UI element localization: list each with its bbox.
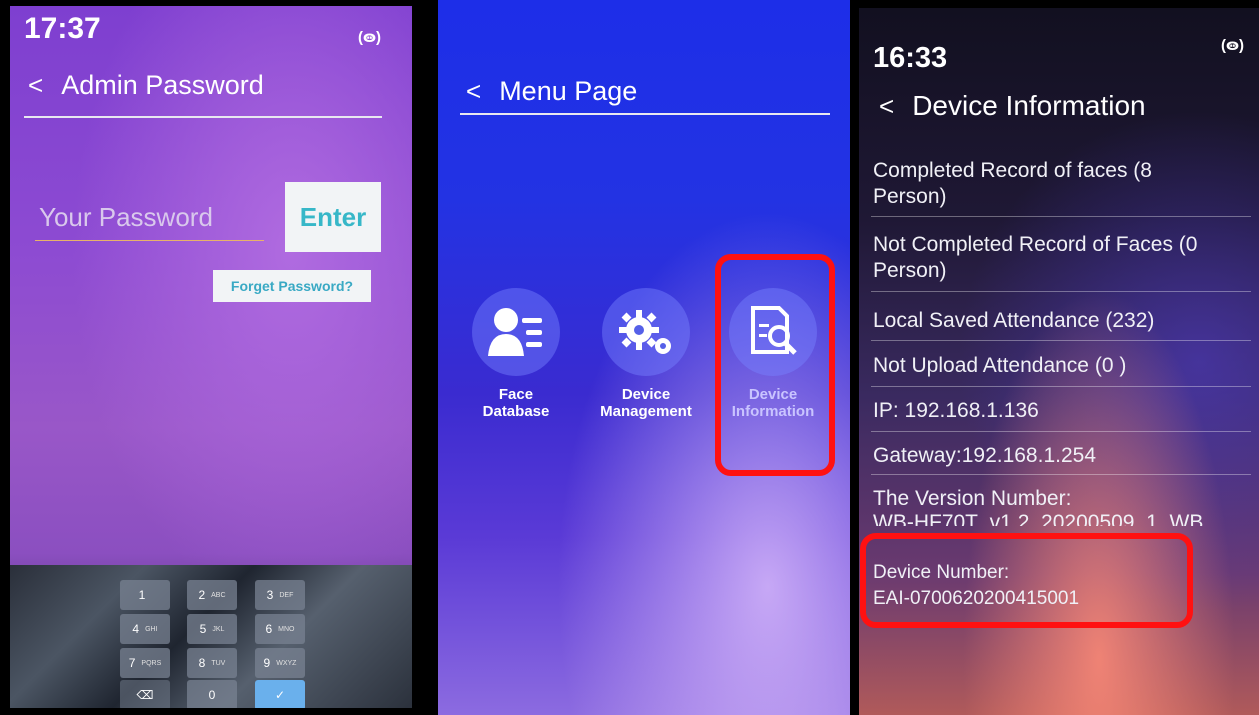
- confirm-key[interactable]: ✓: [255, 680, 305, 708]
- key-4[interactable]: 4 GHI: [120, 614, 170, 644]
- status-time: 17:37: [24, 12, 101, 45]
- menu-label: Device Management: [600, 386, 692, 420]
- highlight-device-number: [860, 533, 1193, 628]
- key-3[interactable]: 3 DEF: [255, 580, 305, 610]
- key-0[interactable]: 0: [187, 680, 237, 708]
- gateway: Gateway:192.168.1.254: [873, 444, 1097, 467]
- highlight-device-information: [715, 254, 835, 476]
- completed-faces-line1: Completed Record of faces (8: [873, 159, 1152, 182]
- key-8[interactable]: 8 TUV: [187, 648, 237, 678]
- forget-password-button[interactable]: Forget Password?: [213, 270, 371, 302]
- key-9[interactable]: 9 WXYZ: [255, 648, 305, 678]
- backspace-key[interactable]: ⌫: [120, 680, 170, 708]
- back-button[interactable]: <: [466, 76, 481, 107]
- signal-icon: (ꙫ): [358, 29, 382, 46]
- key-2[interactable]: 2 ABC: [187, 580, 237, 610]
- device-management-button[interactable]: Device Management: [591, 288, 701, 420]
- admin-password-screen: 17:37 (ꙫ) < Admin Password Enter Forget …: [10, 6, 412, 708]
- header-divider: [460, 113, 830, 115]
- key-7[interactable]: 7 PQRS: [120, 648, 170, 678]
- ip-address: IP: 192.168.1.136: [873, 399, 1039, 422]
- divider: [871, 386, 1251, 387]
- signal-icon: (ꙫ): [1221, 37, 1245, 54]
- completed-faces-line2: Person): [873, 185, 947, 208]
- header-divider: [24, 116, 382, 118]
- face-database-icon: [472, 288, 560, 376]
- local-saved-attendance: Local Saved Attendance (232): [873, 309, 1155, 332]
- face-database-button[interactable]: Face Database: [461, 288, 571, 420]
- gears-icon: [602, 288, 690, 376]
- back-button[interactable]: <: [28, 70, 43, 101]
- divider: [871, 474, 1251, 475]
- not-completed-faces-line2: Person): [873, 259, 947, 282]
- back-button[interactable]: <: [879, 91, 894, 122]
- divider: [871, 431, 1251, 432]
- status-time: 16:33: [873, 42, 948, 74]
- enter-button[interactable]: Enter: [285, 182, 381, 252]
- version-number-label: The Version Number:: [873, 487, 1072, 510]
- not-completed-faces-line1: Not Completed Record of Faces (0: [873, 233, 1198, 256]
- page-title: Admin Password: [61, 70, 264, 100]
- menu-label: Face Database: [482, 386, 550, 420]
- numeric-keypad: 1 2 ABC 3 DEF 4 GHI 5 JKL 6 MNO 7 PQRS 8 TUV 9W…: [10, 565, 412, 708]
- divider: [871, 291, 1251, 292]
- divider: [871, 340, 1251, 341]
- not-upload-attendance: Not Upload Attendance (0 ): [873, 354, 1127, 377]
- key-6[interactable]: 6 MNO: [255, 614, 305, 644]
- password-input[interactable]: [35, 194, 264, 241]
- page-title: Device Information: [912, 90, 1146, 121]
- version-number-value: WB-HF70T_v1.2_20200509_1_WB: [873, 511, 1204, 526]
- key-5[interactable]: 5 JKL: [187, 614, 237, 644]
- divider: [871, 216, 1251, 217]
- key-1[interactable]: 1: [120, 580, 170, 610]
- page-title: Menu Page: [499, 76, 638, 106]
